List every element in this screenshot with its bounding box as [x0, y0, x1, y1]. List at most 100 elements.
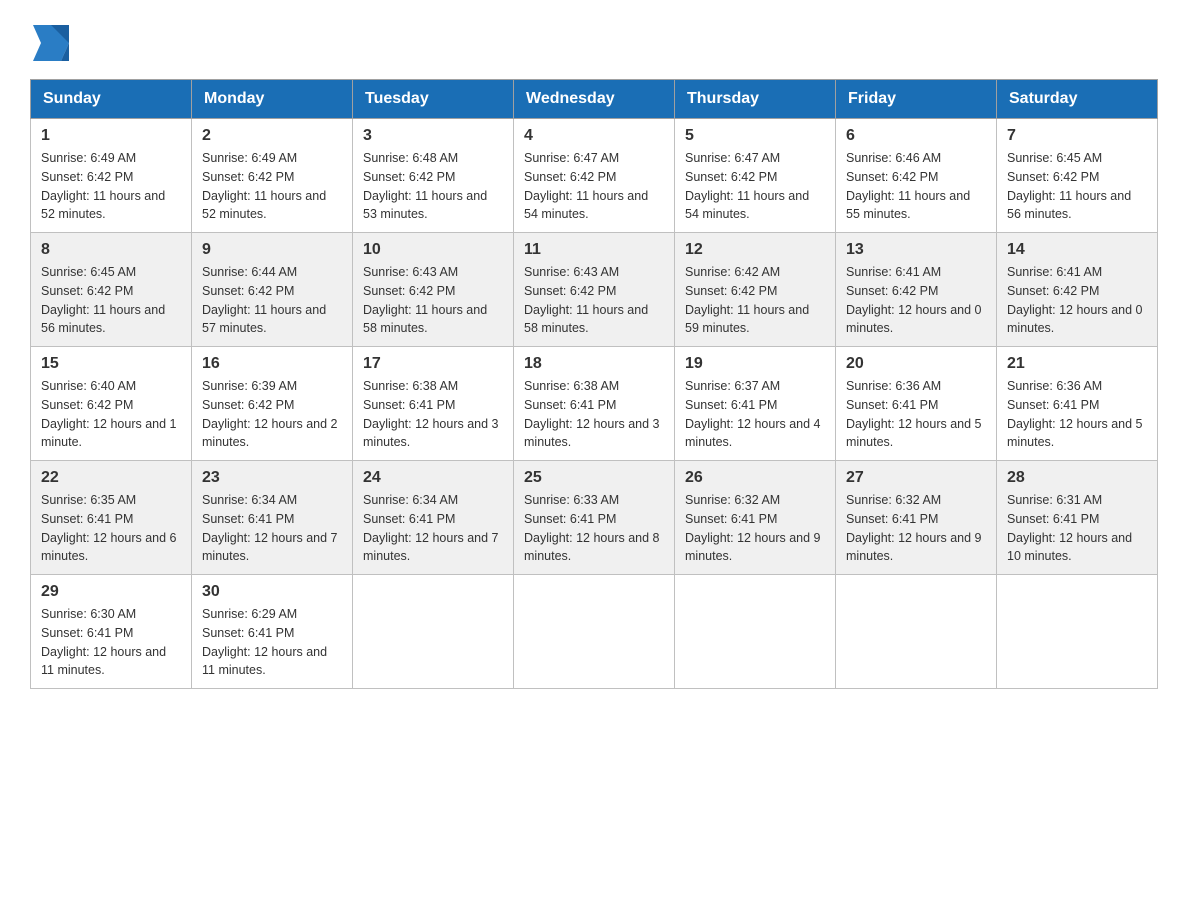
calendar-cell [675, 575, 836, 689]
weekday-header-sunday: Sunday [31, 80, 192, 119]
calendar-cell [836, 575, 997, 689]
day-info: Sunrise: 6:49 AM Sunset: 6:42 PM Dayligh… [202, 149, 342, 224]
day-number: 18 [524, 355, 664, 373]
day-info: Sunrise: 6:45 AM Sunset: 6:42 PM Dayligh… [1007, 149, 1147, 224]
calendar-cell: 23 Sunrise: 6:34 AM Sunset: 6:41 PM Dayl… [192, 461, 353, 575]
logo [30, 20, 72, 61]
day-info: Sunrise: 6:47 AM Sunset: 6:42 PM Dayligh… [685, 149, 825, 224]
day-number: 24 [363, 469, 503, 487]
day-number: 2 [202, 127, 342, 145]
calendar-cell: 3 Sunrise: 6:48 AM Sunset: 6:42 PM Dayli… [353, 119, 514, 233]
day-info: Sunrise: 6:35 AM Sunset: 6:41 PM Dayligh… [41, 491, 181, 566]
day-info: Sunrise: 6:45 AM Sunset: 6:42 PM Dayligh… [41, 263, 181, 338]
day-info: Sunrise: 6:33 AM Sunset: 6:41 PM Dayligh… [524, 491, 664, 566]
calendar-cell: 27 Sunrise: 6:32 AM Sunset: 6:41 PM Dayl… [836, 461, 997, 575]
day-info: Sunrise: 6:31 AM Sunset: 6:41 PM Dayligh… [1007, 491, 1147, 566]
calendar-cell: 17 Sunrise: 6:38 AM Sunset: 6:41 PM Dayl… [353, 347, 514, 461]
day-number: 12 [685, 241, 825, 259]
day-number: 5 [685, 127, 825, 145]
week-row-2: 8 Sunrise: 6:45 AM Sunset: 6:42 PM Dayli… [31, 233, 1158, 347]
calendar-cell: 24 Sunrise: 6:34 AM Sunset: 6:41 PM Dayl… [353, 461, 514, 575]
day-number: 10 [363, 241, 503, 259]
calendar-cell: 4 Sunrise: 6:47 AM Sunset: 6:42 PM Dayli… [514, 119, 675, 233]
day-number: 29 [41, 583, 181, 601]
day-number: 13 [846, 241, 986, 259]
calendar-cell [514, 575, 675, 689]
day-number: 26 [685, 469, 825, 487]
calendar-cell: 21 Sunrise: 6:36 AM Sunset: 6:41 PM Dayl… [997, 347, 1158, 461]
day-info: Sunrise: 6:40 AM Sunset: 6:42 PM Dayligh… [41, 377, 181, 452]
day-number: 27 [846, 469, 986, 487]
weekday-header-wednesday: Wednesday [514, 80, 675, 119]
day-number: 3 [363, 127, 503, 145]
day-info: Sunrise: 6:32 AM Sunset: 6:41 PM Dayligh… [846, 491, 986, 566]
day-info: Sunrise: 6:37 AM Sunset: 6:41 PM Dayligh… [685, 377, 825, 452]
day-info: Sunrise: 6:41 AM Sunset: 6:42 PM Dayligh… [846, 263, 986, 338]
day-info: Sunrise: 6:48 AM Sunset: 6:42 PM Dayligh… [363, 149, 503, 224]
day-info: Sunrise: 6:47 AM Sunset: 6:42 PM Dayligh… [524, 149, 664, 224]
day-info: Sunrise: 6:43 AM Sunset: 6:42 PM Dayligh… [363, 263, 503, 338]
calendar-cell: 15 Sunrise: 6:40 AM Sunset: 6:42 PM Dayl… [31, 347, 192, 461]
day-number: 22 [41, 469, 181, 487]
calendar-cell: 5 Sunrise: 6:47 AM Sunset: 6:42 PM Dayli… [675, 119, 836, 233]
weekday-header-friday: Friday [836, 80, 997, 119]
calendar-cell: 10 Sunrise: 6:43 AM Sunset: 6:42 PM Dayl… [353, 233, 514, 347]
day-info: Sunrise: 6:32 AM Sunset: 6:41 PM Dayligh… [685, 491, 825, 566]
page-header [30, 20, 1158, 61]
day-info: Sunrise: 6:42 AM Sunset: 6:42 PM Dayligh… [685, 263, 825, 338]
day-info: Sunrise: 6:49 AM Sunset: 6:42 PM Dayligh… [41, 149, 181, 224]
weekday-header-monday: Monday [192, 80, 353, 119]
day-number: 7 [1007, 127, 1147, 145]
day-number: 8 [41, 241, 181, 259]
calendar-cell: 18 Sunrise: 6:38 AM Sunset: 6:41 PM Dayl… [514, 347, 675, 461]
calendar-cell: 12 Sunrise: 6:42 AM Sunset: 6:42 PM Dayl… [675, 233, 836, 347]
day-number: 6 [846, 127, 986, 145]
calendar-cell [353, 575, 514, 689]
day-number: 11 [524, 241, 664, 259]
weekday-header-tuesday: Tuesday [353, 80, 514, 119]
calendar-cell: 30 Sunrise: 6:29 AM Sunset: 6:41 PM Dayl… [192, 575, 353, 689]
day-number: 23 [202, 469, 342, 487]
day-number: 4 [524, 127, 664, 145]
calendar-cell: 2 Sunrise: 6:49 AM Sunset: 6:42 PM Dayli… [192, 119, 353, 233]
week-row-5: 29 Sunrise: 6:30 AM Sunset: 6:41 PM Dayl… [31, 575, 1158, 689]
day-number: 16 [202, 355, 342, 373]
weekday-header-row: SundayMondayTuesdayWednesdayThursdayFrid… [31, 80, 1158, 119]
day-number: 20 [846, 355, 986, 373]
calendar-cell [997, 575, 1158, 689]
day-info: Sunrise: 6:30 AM Sunset: 6:41 PM Dayligh… [41, 605, 181, 680]
calendar-cell: 6 Sunrise: 6:46 AM Sunset: 6:42 PM Dayli… [836, 119, 997, 233]
day-number: 21 [1007, 355, 1147, 373]
day-info: Sunrise: 6:38 AM Sunset: 6:41 PM Dayligh… [524, 377, 664, 452]
calendar-table: SundayMondayTuesdayWednesdayThursdayFrid… [30, 79, 1158, 689]
day-number: 17 [363, 355, 503, 373]
calendar-cell: 26 Sunrise: 6:32 AM Sunset: 6:41 PM Dayl… [675, 461, 836, 575]
weekday-header-thursday: Thursday [675, 80, 836, 119]
weekday-header-saturday: Saturday [997, 80, 1158, 119]
logo-icon [33, 25, 69, 61]
day-info: Sunrise: 6:44 AM Sunset: 6:42 PM Dayligh… [202, 263, 342, 338]
day-info: Sunrise: 6:43 AM Sunset: 6:42 PM Dayligh… [524, 263, 664, 338]
day-number: 15 [41, 355, 181, 373]
calendar-cell: 25 Sunrise: 6:33 AM Sunset: 6:41 PM Dayl… [514, 461, 675, 575]
calendar-cell: 22 Sunrise: 6:35 AM Sunset: 6:41 PM Dayl… [31, 461, 192, 575]
day-info: Sunrise: 6:34 AM Sunset: 6:41 PM Dayligh… [202, 491, 342, 566]
day-number: 9 [202, 241, 342, 259]
calendar-cell: 11 Sunrise: 6:43 AM Sunset: 6:42 PM Dayl… [514, 233, 675, 347]
calendar-cell: 20 Sunrise: 6:36 AM Sunset: 6:41 PM Dayl… [836, 347, 997, 461]
day-number: 30 [202, 583, 342, 601]
day-info: Sunrise: 6:36 AM Sunset: 6:41 PM Dayligh… [1007, 377, 1147, 452]
calendar-cell: 9 Sunrise: 6:44 AM Sunset: 6:42 PM Dayli… [192, 233, 353, 347]
day-info: Sunrise: 6:39 AM Sunset: 6:42 PM Dayligh… [202, 377, 342, 452]
week-row-4: 22 Sunrise: 6:35 AM Sunset: 6:41 PM Dayl… [31, 461, 1158, 575]
calendar-cell: 16 Sunrise: 6:39 AM Sunset: 6:42 PM Dayl… [192, 347, 353, 461]
day-number: 14 [1007, 241, 1147, 259]
day-info: Sunrise: 6:29 AM Sunset: 6:41 PM Dayligh… [202, 605, 342, 680]
calendar-cell: 29 Sunrise: 6:30 AM Sunset: 6:41 PM Dayl… [31, 575, 192, 689]
week-row-1: 1 Sunrise: 6:49 AM Sunset: 6:42 PM Dayli… [31, 119, 1158, 233]
calendar-cell: 14 Sunrise: 6:41 AM Sunset: 6:42 PM Dayl… [997, 233, 1158, 347]
week-row-3: 15 Sunrise: 6:40 AM Sunset: 6:42 PM Dayl… [31, 347, 1158, 461]
calendar-cell: 28 Sunrise: 6:31 AM Sunset: 6:41 PM Dayl… [997, 461, 1158, 575]
day-number: 19 [685, 355, 825, 373]
calendar-cell: 1 Sunrise: 6:49 AM Sunset: 6:42 PM Dayli… [31, 119, 192, 233]
